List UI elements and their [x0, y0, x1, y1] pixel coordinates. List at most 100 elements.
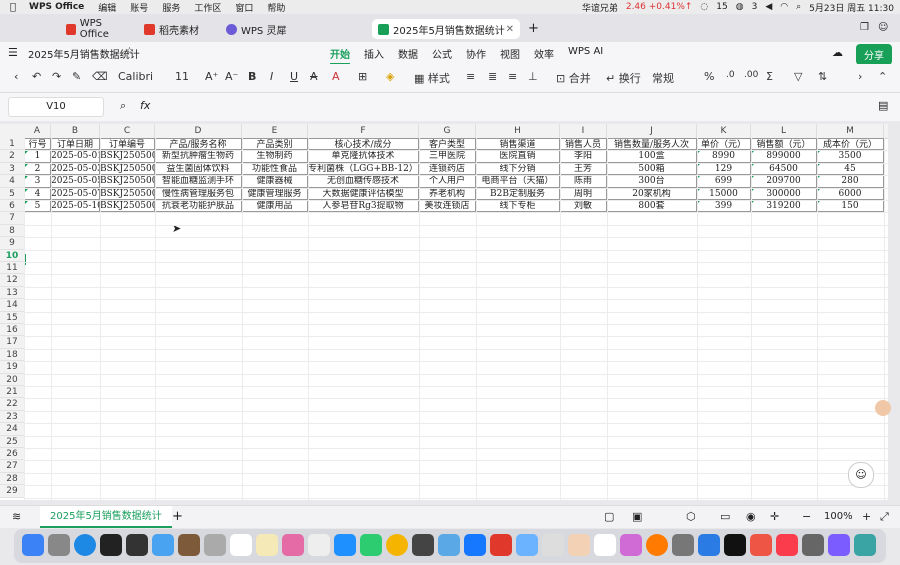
- column-header-A[interactable]: A: [24, 124, 51, 138]
- header-cell[interactable]: 核心技术/成分: [308, 138, 419, 151]
- name-box[interactable]: V10: [8, 97, 104, 117]
- row-header-27[interactable]: 27: [0, 460, 24, 473]
- avatar[interactable]: ☺: [878, 22, 888, 33]
- capcut-icon[interactable]: [724, 534, 746, 556]
- sort-icon[interactable]: ⇅: [818, 70, 827, 83]
- table-cell[interactable]: BSKJ2505001: [100, 150, 155, 163]
- spreadsheet-grid[interactable]: ABCDEFGHIJKLM 1 2 3 4 5 6 7 8 9 10 11 12 13 14 15 16 17 1…: [0, 124, 888, 500]
- tab-sales-sheet[interactable]: 2025年5月销售数据统计 ✕: [372, 19, 520, 39]
- share-button[interactable]: 分享: [856, 44, 892, 65]
- firefox-icon[interactable]: [646, 534, 668, 556]
- table-cell[interactable]: BSKJ2505004: [100, 187, 155, 200]
- sheet-tab[interactable]: 2025年5月销售数据统计: [40, 506, 172, 528]
- protect-icon[interactable]: ▣: [632, 510, 642, 523]
- eye-icon[interactable]: ◉: [746, 510, 756, 523]
- tab-docer[interactable]: 稻壳素材: [138, 19, 218, 39]
- zoom-out-icon[interactable]: −: [802, 510, 811, 523]
- font-select[interactable]: Calibri: [118, 70, 153, 83]
- tab-wps-office[interactable]: WPS Office: [60, 18, 134, 40]
- row-header-13[interactable]: 13: [0, 286, 24, 300]
- row-header-10[interactable]: 10: [0, 249, 24, 262]
- menu-service[interactable]: 服务: [155, 1, 187, 14]
- stickies-icon[interactable]: [256, 534, 278, 556]
- table-cell[interactable]: 健康管理服务: [242, 187, 308, 200]
- app-icon[interactable]: [854, 534, 876, 556]
- settings-icon[interactable]: [802, 534, 824, 556]
- table-cell[interactable]: 三甲医院: [419, 150, 476, 163]
- filter-icon[interactable]: ▽: [794, 70, 802, 83]
- wifi-icon[interactable]: ◠: [780, 2, 788, 12]
- app-icon[interactable]: [698, 534, 720, 556]
- notes-icon[interactable]: [178, 534, 200, 556]
- table-cell[interactable]: BSKJ2505005: [100, 200, 155, 213]
- row-header-1[interactable]: 1: [0, 138, 24, 151]
- table-cell[interactable]: 45: [817, 162, 884, 176]
- table-cell[interactable]: 刘敏: [560, 200, 607, 213]
- number-format-select[interactable]: 常规: [652, 70, 674, 86]
- row-header-9[interactable]: 9: [0, 237, 24, 250]
- style-button[interactable]: ▦ 样式: [414, 70, 450, 86]
- table-cell[interactable]: 2025-05-05: [51, 175, 100, 188]
- column-header-L[interactable]: L: [751, 124, 817, 138]
- volume-icon[interactable]: ◀: [765, 2, 772, 12]
- row-header-26[interactable]: 26: [0, 448, 24, 461]
- app-menu[interactable]: WPS Office: [22, 2, 91, 12]
- row-header-24[interactable]: 24: [0, 423, 24, 436]
- row-header-14[interactable]: 14: [0, 299, 24, 312]
- app-icon[interactable]: [828, 534, 850, 556]
- tab-efficiency[interactable]: 效率: [534, 46, 554, 65]
- table-cell[interactable]: 6000: [817, 187, 884, 200]
- chrome-icon[interactable]: [386, 534, 408, 556]
- row-header-22[interactable]: 22: [0, 398, 24, 411]
- merge-button[interactable]: ⊡ 合并: [556, 70, 591, 86]
- table-cell[interactable]: BSKJ2505003: [100, 175, 155, 188]
- column-header-C[interactable]: C: [100, 124, 155, 138]
- table-cell[interactable]: 益生菌固体饮料: [155, 162, 242, 176]
- photos-icon[interactable]: [282, 534, 304, 556]
- apple-icon[interactable]: : [0, 2, 22, 13]
- table-cell[interactable]: 2025-05-01: [51, 150, 100, 163]
- table-cell[interactable]: 209700: [751, 175, 817, 188]
- sum-icon[interactable]: Σ: [766, 70, 773, 83]
- view-icon[interactable]: ▢: [604, 510, 614, 523]
- menu-edit[interactable]: 编辑: [91, 1, 123, 14]
- next-icon[interactable]: ›: [858, 70, 862, 83]
- column-header-B[interactable]: B: [51, 124, 100, 138]
- row-header-7[interactable]: 7: [0, 212, 24, 225]
- table-cell[interactable]: 280: [817, 175, 884, 188]
- font-color-icon[interactable]: A: [332, 70, 340, 83]
- new-tab-icon[interactable]: +: [528, 21, 539, 36]
- table-cell[interactable]: 陈雨: [560, 175, 607, 188]
- row-header-16[interactable]: 16: [0, 324, 24, 337]
- zoom-search-icon[interactable]: ⌕: [120, 99, 126, 113]
- table-cell[interactable]: 3500: [817, 150, 884, 163]
- table-cell[interactable]: 8990: [697, 150, 751, 163]
- table-cell[interactable]: 周明: [560, 187, 607, 200]
- zoom-in-icon[interactable]: +: [862, 510, 871, 523]
- more-icon[interactable]: ‹: [14, 70, 18, 83]
- header-cell[interactable]: 产品类别: [242, 138, 308, 151]
- align-right-icon[interactable]: ≡: [508, 70, 517, 83]
- layers-icon[interactable]: ≋: [12, 510, 21, 523]
- cloud-icon[interactable]: ☁: [832, 46, 843, 59]
- table-cell[interactable]: 1: [24, 150, 51, 163]
- finder-icon[interactable]: [22, 534, 44, 556]
- table-cell[interactable]: 3: [24, 175, 51, 188]
- table-cell[interactable]: 线下分销: [476, 162, 560, 176]
- app-icon[interactable]: [308, 534, 330, 556]
- table-cell[interactable]: 15000: [697, 187, 751, 200]
- table-cell[interactable]: 20家机构: [607, 187, 697, 200]
- crosshair-icon[interactable]: ✛: [770, 510, 779, 523]
- row-header-15[interactable]: 15: [0, 311, 24, 324]
- row-header-11[interactable]: 11: [0, 262, 24, 275]
- header-cell[interactable]: 单价（元）: [697, 138, 751, 151]
- table-cell[interactable]: 2: [24, 162, 51, 176]
- tab-lingxi[interactable]: WPS 灵犀: [220, 19, 316, 39]
- wechat-dock-icon[interactable]: [360, 534, 382, 556]
- table-cell[interactable]: 专利菌株（LGG+BB-12）: [308, 162, 419, 176]
- collapse-icon[interactable]: ⌃: [878, 70, 887, 83]
- row-header-25[interactable]: 25: [0, 435, 24, 448]
- row-header-4[interactable]: 4: [0, 175, 24, 188]
- app-icon[interactable]: [672, 534, 694, 556]
- header-cell[interactable]: 订单编号: [100, 138, 155, 151]
